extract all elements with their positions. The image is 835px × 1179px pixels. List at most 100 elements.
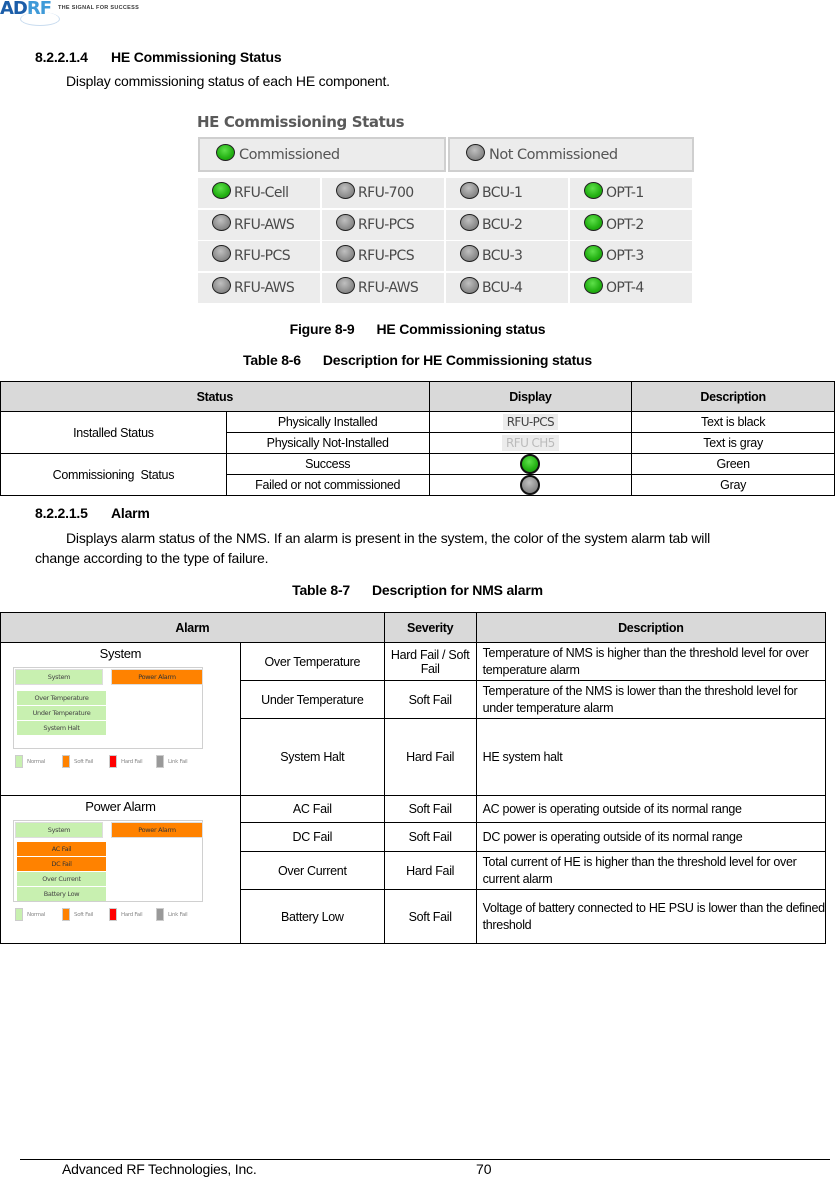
led-gray-icon [212,245,231,262]
led-gray-icon [336,245,355,262]
legend-label: Normal [27,758,46,765]
description-cell: Total current of HE is higher than the t… [475,851,827,890]
component-label: RFU-AWS [358,279,419,296]
section-number: 8.2.2.1.5 [35,505,88,521]
status-cell: Physically Installed [225,411,430,433]
alarm-item: Over Temperature [17,691,106,705]
component-bcu-1: BCU-1 [446,178,568,208]
description-cell: Text is gray [631,432,835,454]
tab-power-alarm[interactable]: Power Alarm [111,669,203,685]
header-severity: Severity [383,612,477,643]
component-bcu-4: BCU-4 [446,272,568,303]
component-rfu-cell: RFU-Cell [198,178,320,208]
legend-normal: Normal [15,755,62,768]
component-rfu-700: RFU-700 [322,178,444,208]
caption-text: HE Commissioning status [376,321,546,337]
alarm-item: DC Fail [17,857,106,871]
legend-label: Hard Fail [121,911,143,918]
component-label: RFU-AWS [234,216,295,233]
legend-label: Link Fail [168,911,188,918]
legend-hard-fail: Hard Fail [109,755,156,768]
status-cell: Physically Not-Installed [225,432,430,454]
table-header-row: Status Display Description [0,381,835,412]
page-number: 70 [476,1161,492,1177]
display-sample-text: RFU-PCS [502,414,559,430]
led-green-icon [584,245,603,262]
alarm-cell: AC Fail [239,795,385,823]
group-name: System [99,646,142,661]
section-heading-alarm: 8.2.2.1.5 Alarm [35,505,150,521]
alarm-group-power: Power Alarm System Power Alarm AC Fail D… [0,795,241,944]
caption-label: Table 8-6 [243,352,301,368]
swatch-hard-fail-icon [109,908,117,921]
display-cell [428,474,633,496]
led-gray-icon [460,276,479,294]
component-rfu-aws: RFU-AWS [198,209,320,240]
component-opt-1: OPT-1 [570,178,692,208]
severity-cell: Hard Fail [383,851,477,890]
led-green-icon [584,276,603,294]
description-cell: DC power is operating outside of its nor… [475,822,827,852]
component-label: BCU-4 [482,279,523,296]
component-label: OPT-2 [606,216,644,233]
led-gray-icon [460,245,479,262]
led-gray-icon [212,276,231,294]
nms-alarm-table: Alarm Severity Description System System… [0,612,827,944]
component-label: RFU-PCS [358,216,415,233]
description-cell: Temperature of NMS is higher than the th… [475,642,827,681]
description-cell: Text is black [631,411,835,433]
header-description: Description [631,381,835,412]
tab-power-alarm[interactable]: Power Alarm [111,822,203,838]
display-sample-text: RFU CH5 [502,435,559,451]
section-body: Display commissioning status of each HE … [66,73,390,89]
table-row: Commissioning Status Success Green [0,453,835,496]
display-cell: RFU-PCS [428,411,633,433]
legend-link-fail: Link Fail [156,908,203,921]
legend-label: Normal [27,911,46,918]
component-rfu-aws: RFU-AWS [198,272,320,303]
swatch-normal-icon [15,755,23,768]
alarm-item: Under Temperature [17,706,106,720]
component-opt-3: OPT-3 [570,241,692,271]
table1-caption: Table 8-6 Description for HE Commissionin… [0,352,835,368]
swatch-normal-icon [15,908,23,921]
component-label: BCU-1 [482,185,523,201]
footer-divider [20,1159,830,1160]
component-rfu-pcs: RFU-PCS [322,241,444,271]
led-green-icon [216,144,235,161]
footer-company: Advanced RF Technologies, Inc. [62,1161,257,1177]
component-label: RFU-PCS [358,248,415,264]
component-opt-4: OPT-4 [570,272,692,303]
status-cell: Success [225,453,430,475]
component-label: RFU-700 [358,185,414,201]
section-title: Alarm [111,505,150,521]
section-body-line2: change according to the type of failure. [35,550,269,566]
alarm-item: Over Current [17,872,106,886]
company-logo: ADRF THE SIGNAL FOR SUCCESS [0,0,160,26]
caption-text: Description for NMS alarm [372,582,543,598]
led-gray-icon [336,213,355,231]
tab-system[interactable]: System [15,669,103,685]
component-label: OPT-3 [606,248,644,264]
tab-system[interactable]: System [15,822,103,838]
led-green-icon [584,182,603,199]
alarm-cell: System Halt [239,718,385,796]
description-cell: Temperature of the NMS is lower than the… [475,680,827,719]
alarm-group-system: System System Power Alarm Over Temperatu… [0,642,241,796]
component-label: RFU-AWS [234,279,295,296]
alarm-legend: Normal Soft Fail Hard Fail Link Fail [15,908,205,921]
led-gray-icon [460,182,479,199]
severity-cell: Soft Fail [383,822,477,852]
header-description: Description [475,612,827,643]
swatch-link-fail-icon [156,908,164,921]
section-heading-commissioning: 8.2.2.1.4 HE Commissioning Status [35,49,282,65]
group-name: Power Alarm [85,799,156,814]
alarm-item: AC Fail [17,842,106,856]
table-row: Installed Status Physically Installed RF… [0,411,835,454]
figure-caption: Figure 8-9 HE Commissioning status [0,321,835,337]
component-bcu-2: BCU-2 [446,209,568,240]
logo-swirl-icon [20,12,60,26]
led-gray-icon [466,144,485,161]
system-alarm-screenshot: System Power Alarm Over Temperature Unde… [13,667,203,772]
severity-cell: Soft Fail [383,680,477,719]
